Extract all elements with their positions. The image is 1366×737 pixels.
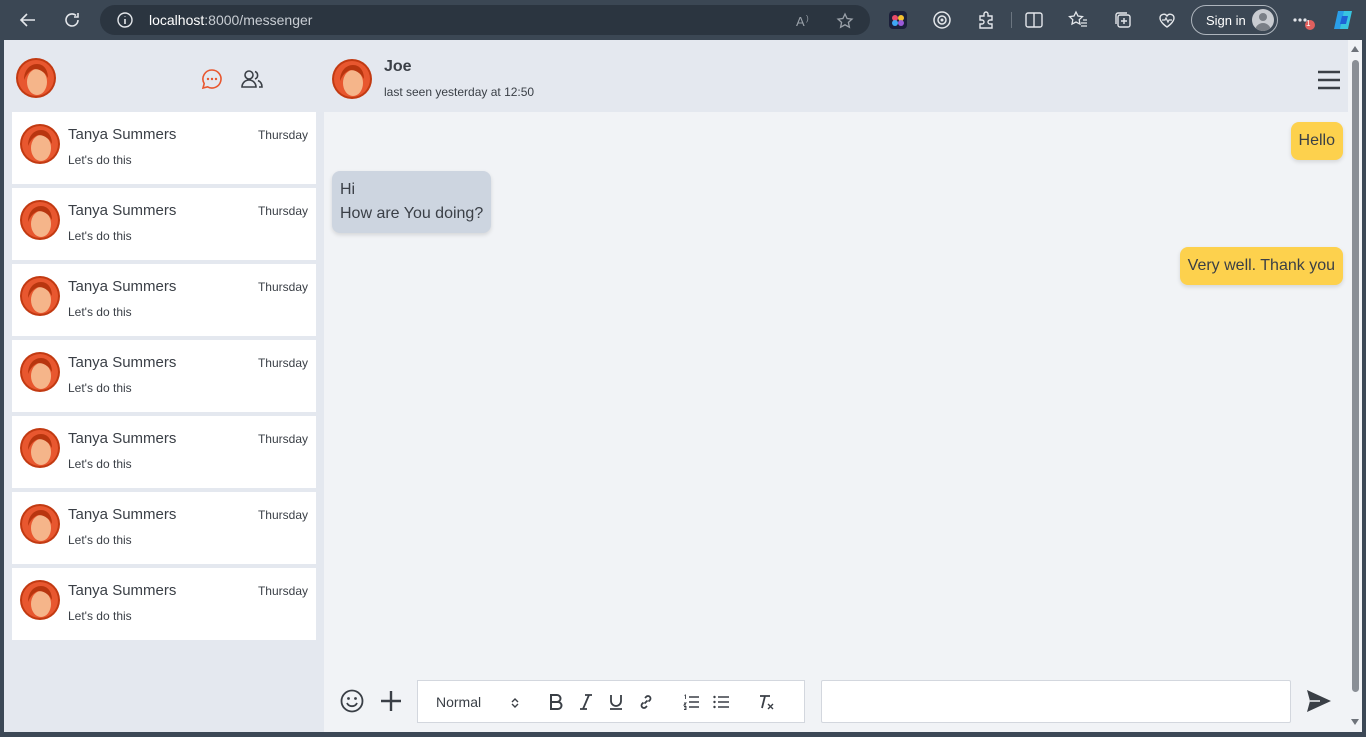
notification-badge: 1	[1306, 19, 1311, 28]
address-bar[interactable]: localhost:8000/messenger A)	[100, 5, 870, 35]
sign-in-label: Sign in	[1206, 12, 1246, 28]
conversation-name: Tanya Summers	[68, 278, 177, 295]
conversation-preview: Let's do this	[68, 533, 132, 547]
message-bubble-sent: Hello	[1290, 122, 1343, 160]
format-toolbar: Normal	[417, 680, 805, 723]
profile-avatar-icon	[1252, 9, 1274, 31]
contact-avatar	[20, 352, 60, 392]
message-thread: Hello Hi How are You doing? Very well. T…	[324, 112, 1348, 672]
link-icon[interactable]	[636, 692, 656, 712]
message-bubble-received: Hi How are You doing?	[332, 171, 492, 233]
scroll-thumb[interactable]	[1352, 60, 1359, 692]
conversation-preview: Let's do this	[68, 153, 132, 167]
hamburger-menu-icon[interactable]	[1318, 70, 1340, 90]
conversation-name: Tanya Summers	[68, 354, 177, 371]
chat-contact-status: last seen yesterday at 12:50	[384, 85, 535, 99]
split-screen-icon[interactable]	[1024, 10, 1044, 30]
scroll-down-arrow-icon[interactable]	[1351, 719, 1359, 725]
conversation-date: Thursday	[257, 508, 308, 522]
extension-colorful-icon[interactable]	[888, 10, 908, 30]
bold-icon[interactable]	[546, 692, 566, 712]
contact-avatar	[20, 200, 60, 240]
conversation-date: Thursday	[257, 128, 308, 142]
site-info-icon[interactable]	[116, 11, 134, 29]
select-arrows-icon[interactable]	[511, 696, 519, 708]
scroll-up-arrow-icon[interactable]	[1351, 46, 1359, 52]
conversation-name: Tanya Summers	[68, 202, 177, 219]
conversation-name: Tanya Summers	[68, 506, 177, 523]
conversation-preview: Let's do this	[68, 381, 132, 395]
chat-contact-avatar[interactable]	[332, 59, 372, 99]
conversation-item[interactable]: Tanya Summers Thursday Let's do this	[12, 492, 316, 564]
conversation-date: Thursday	[257, 204, 308, 218]
contact-avatar	[20, 428, 60, 468]
read-aloud-icon[interactable]: A)	[795, 12, 813, 30]
conversation-item[interactable]: Tanya Summers Thursday Let's do this	[12, 416, 316, 488]
refresh-icon[interactable]	[60, 8, 84, 32]
favorites-icon[interactable]	[1068, 10, 1088, 30]
toolbar-divider	[1011, 12, 1012, 28]
ordered-list-icon[interactable]	[681, 692, 701, 712]
message-composer: Normal	[324, 676, 1348, 732]
url-host: localhost	[149, 12, 205, 28]
emoji-icon[interactable]	[340, 689, 364, 713]
message-bubble-sent: Very well. Thank you	[1179, 247, 1343, 285]
conversation-date: Thursday	[257, 432, 308, 446]
chat-header: Joe last seen yesterday at 12:50	[324, 40, 1362, 112]
conversation-list: Tanya Summers Thursday Let's do this Tan…	[12, 112, 316, 644]
copilot-icon[interactable]	[1332, 8, 1356, 32]
contact-avatar	[20, 504, 60, 544]
conversation-item[interactable]: Tanya Summers Thursday Let's do this	[12, 188, 316, 260]
more-menu-icon[interactable]: 1	[1291, 10, 1317, 30]
scrollbar[interactable]	[1348, 40, 1362, 732]
message-input[interactable]	[821, 680, 1291, 723]
collections-icon[interactable]	[1113, 10, 1133, 30]
clear-formatting-icon[interactable]	[756, 692, 776, 712]
browser-toolbar: localhost:8000/messenger A) Sign in 1	[0, 0, 1366, 40]
conversation-preview: Let's do this	[68, 457, 132, 471]
conversation-preview: Let's do this	[68, 305, 132, 319]
chats-icon[interactable]	[201, 68, 223, 90]
svg-text:): )	[806, 14, 809, 23]
conversation-item[interactable]: Tanya Summers Thursday Let's do this	[12, 568, 316, 640]
chat-contact-name: Joe	[384, 58, 412, 75]
url-text[interactable]: localhost:8000/messenger	[149, 12, 312, 28]
italic-icon[interactable]	[576, 692, 596, 712]
contacts-icon[interactable]	[240, 68, 264, 90]
bullet-list-icon[interactable]	[711, 692, 731, 712]
conversation-name: Tanya Summers	[68, 582, 177, 599]
attach-plus-icon[interactable]	[379, 689, 403, 713]
conversation-item[interactable]: Tanya Summers Thursday Let's do this	[12, 340, 316, 412]
user-avatar[interactable]	[16, 58, 56, 98]
extensions-puzzle-icon[interactable]	[976, 10, 996, 30]
contact-avatar	[20, 124, 60, 164]
conversation-item[interactable]: Tanya Summers Thursday Let's do this	[12, 264, 316, 336]
target-icon[interactable]	[932, 10, 952, 30]
conversation-name: Tanya Summers	[68, 126, 177, 143]
conversation-item[interactable]: Tanya Summers Thursday Let's do this	[12, 112, 316, 184]
conversation-date: Thursday	[257, 280, 308, 294]
contact-avatar	[20, 276, 60, 316]
underline-icon[interactable]	[606, 692, 626, 712]
messenger-app: Tanya Summers Thursday Let's do this Tan…	[4, 40, 1362, 732]
svg-text:A: A	[796, 14, 805, 29]
contact-avatar	[20, 580, 60, 620]
conversation-date: Thursday	[257, 584, 308, 598]
favorite-star-icon[interactable]	[836, 12, 854, 30]
conversation-date: Thursday	[257, 356, 308, 370]
conversation-name: Tanya Summers	[68, 430, 177, 447]
conversation-preview: Let's do this	[68, 229, 132, 243]
send-icon[interactable]	[1306, 689, 1332, 713]
browser-essentials-icon[interactable]	[1157, 10, 1177, 30]
sign-in-button[interactable]: Sign in	[1191, 5, 1278, 35]
back-icon[interactable]	[16, 8, 40, 32]
url-path: :8000/messenger	[204, 12, 313, 28]
text-format-select[interactable]: Normal	[436, 694, 481, 710]
conversation-preview: Let's do this	[68, 609, 132, 623]
sidebar: Tanya Summers Thursday Let's do this Tan…	[4, 40, 324, 732]
